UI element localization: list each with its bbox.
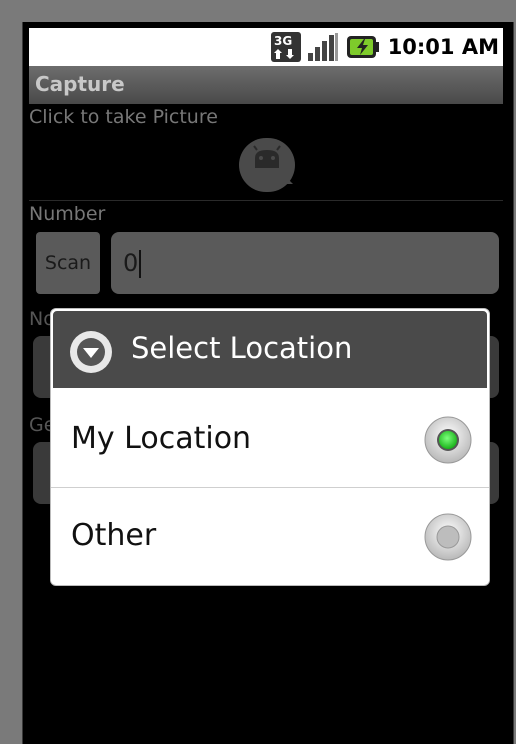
- option-other[interactable]: Other: [51, 488, 489, 584]
- picture-label: Click to take Picture: [29, 106, 218, 128]
- 3g-data-icon: 3G: [270, 31, 302, 63]
- status-bar: 3G 10:01 AM: [29, 28, 503, 66]
- take-picture-button[interactable]: [239, 138, 295, 192]
- option-my-location[interactable]: My Location: [51, 391, 489, 487]
- section-divider: [29, 200, 503, 201]
- text-caret: [139, 250, 142, 278]
- scan-button[interactable]: Scan: [36, 232, 100, 294]
- svg-text:3G: 3G: [274, 34, 292, 48]
- dropdown-arrow-icon: [69, 330, 113, 374]
- radio-unselected-icon[interactable]: [423, 512, 473, 562]
- android-camera-icon: [239, 145, 295, 196]
- status-clock: 10:01 AM: [387, 35, 499, 59]
- number-label: Number: [29, 203, 106, 225]
- battery-charging-icon: [346, 33, 380, 61]
- dialog-title: Select Location: [131, 331, 353, 365]
- radio-selected-icon[interactable]: [423, 415, 473, 465]
- number-input[interactable]: 0: [111, 232, 499, 294]
- select-location-dialog: Select Location My Location Other: [50, 308, 490, 586]
- signal-strength-icon: [306, 31, 340, 63]
- app-title-bar: Capture: [29, 66, 503, 104]
- number-value: 0: [123, 249, 139, 277]
- app-title: Capture: [35, 72, 125, 96]
- status-icons: 3G 10:01 AM: [270, 28, 503, 66]
- option-label: Other: [71, 518, 157, 553]
- dialog-header: Select Location: [51, 309, 489, 390]
- option-label: My Location: [71, 421, 252, 456]
